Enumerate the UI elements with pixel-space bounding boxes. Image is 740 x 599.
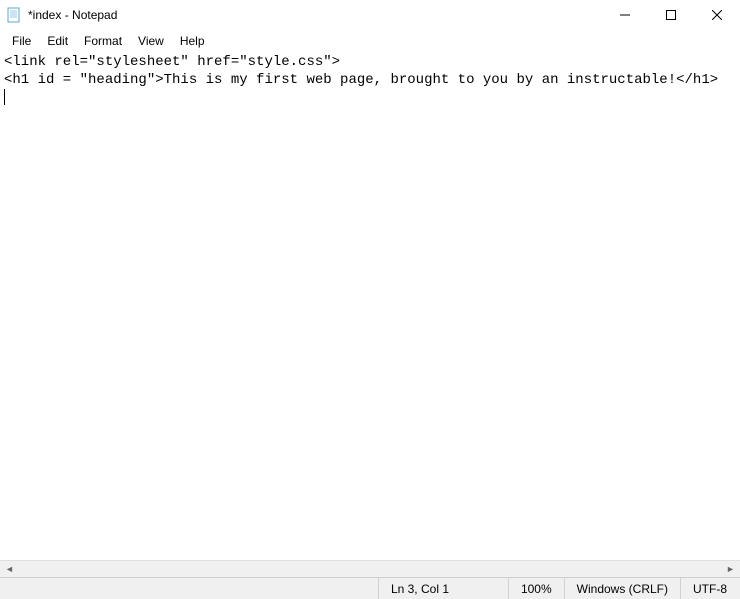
menu-view[interactable]: View [130,32,172,50]
notepad-icon [6,7,22,23]
text-editor[interactable]: <link rel="stylesheet" href="style.css">… [0,52,740,560]
menubar: File Edit Format View Help [0,30,740,52]
editor-line: <h1 id = "heading">This is my first web … [4,72,718,88]
status-encoding: UTF-8 [680,578,740,599]
editor-line: <link rel="stylesheet" href="style.css"> [4,54,340,70]
statusbar: Ln 3, Col 1 100% Windows (CRLF) UTF-8 [0,577,740,599]
menu-file[interactable]: File [4,32,39,50]
horizontal-scrollbar[interactable]: ◄ ► [0,560,740,577]
menu-format[interactable]: Format [76,32,130,50]
titlebar: *index - Notepad [0,0,740,30]
menu-edit[interactable]: Edit [39,32,76,50]
maximize-button[interactable] [648,0,694,30]
window-controls [602,0,740,30]
scroll-left-icon[interactable]: ◄ [2,562,17,577]
status-zoom: 100% [508,578,564,599]
menu-help[interactable]: Help [172,32,213,50]
close-button[interactable] [694,0,740,30]
text-caret [4,89,5,105]
minimize-button[interactable] [602,0,648,30]
window-title: *index - Notepad [28,8,602,22]
status-position: Ln 3, Col 1 [378,578,508,599]
status-line-ending: Windows (CRLF) [564,578,680,599]
scroll-right-icon[interactable]: ► [723,562,738,577]
